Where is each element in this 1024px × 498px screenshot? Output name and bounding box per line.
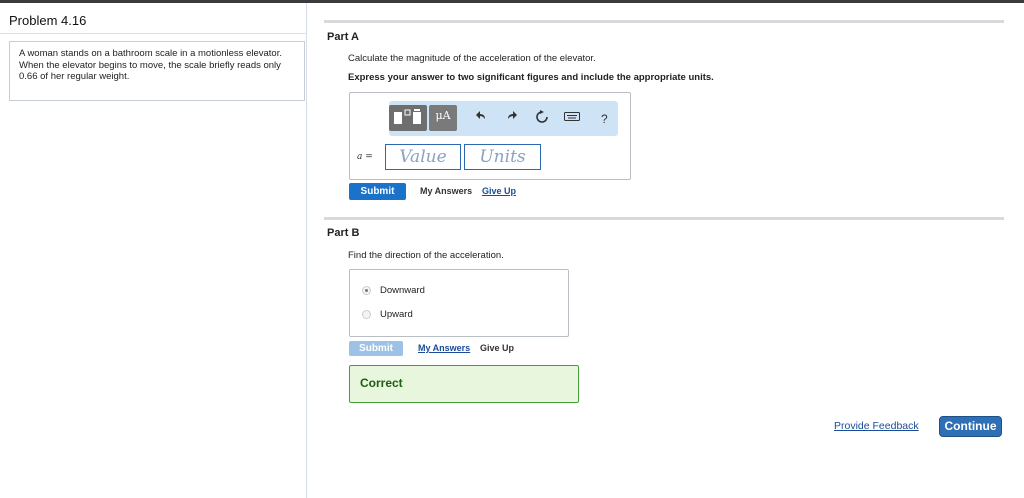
math-toolbar: μA ? bbox=[389, 101, 618, 136]
part-a-submit-button[interactable]: Submit bbox=[349, 183, 406, 200]
units-button[interactable]: μA bbox=[429, 105, 457, 131]
problem-title-divider bbox=[0, 33, 306, 34]
part-a-instruction: Express your answer to two significant f… bbox=[348, 72, 714, 83]
undo-icon[interactable] bbox=[475, 110, 487, 126]
provide-feedback-link[interactable]: Provide Feedback bbox=[834, 420, 919, 432]
part-a-give-up-link[interactable]: Give Up bbox=[482, 186, 516, 196]
part-a-question: Calculate the magnitude of the accelerat… bbox=[348, 53, 596, 64]
continue-button[interactable]: Continue bbox=[939, 416, 1002, 437]
variable-label: a = bbox=[357, 152, 373, 162]
redo-icon[interactable] bbox=[506, 110, 518, 126]
part-b-submit-button: Submit bbox=[349, 341, 403, 356]
keyboard-icon[interactable] bbox=[564, 110, 580, 126]
radio-downward[interactable] bbox=[362, 286, 371, 295]
problem-title: Problem 4.16 bbox=[9, 13, 87, 28]
choices-box bbox=[349, 269, 569, 337]
help-icon[interactable]: ? bbox=[601, 111, 608, 127]
part-a-title: Part A bbox=[327, 31, 359, 43]
correct-banner: Correct bbox=[349, 365, 579, 403]
part-b-my-answers-link[interactable]: My Answers bbox=[418, 343, 470, 353]
part-b-divider bbox=[324, 217, 1004, 220]
part-a-divider bbox=[324, 20, 1004, 23]
problem-panel: Problem 4.16 A woman stands on a bathroo… bbox=[0, 3, 307, 498]
part-b-question: Find the direction of the acceleration. bbox=[348, 250, 504, 261]
problem-statement: A woman stands on a bathroom scale in a … bbox=[9, 41, 305, 101]
templates-icon[interactable] bbox=[389, 105, 427, 131]
part-b-give-up: Give Up bbox=[480, 343, 515, 353]
radio-upward[interactable] bbox=[362, 310, 371, 319]
correct-text: Correct bbox=[360, 376, 403, 390]
part-b-title: Part B bbox=[327, 227, 360, 239]
choice-label-downward[interactable]: Downward bbox=[380, 285, 425, 296]
value-input[interactable]: Value bbox=[385, 144, 461, 170]
reset-icon[interactable] bbox=[535, 110, 549, 128]
part-a-my-answers[interactable]: My Answers bbox=[420, 186, 472, 196]
units-input[interactable]: Units bbox=[464, 144, 541, 170]
choice-label-upward[interactable]: Upward bbox=[380, 309, 413, 320]
